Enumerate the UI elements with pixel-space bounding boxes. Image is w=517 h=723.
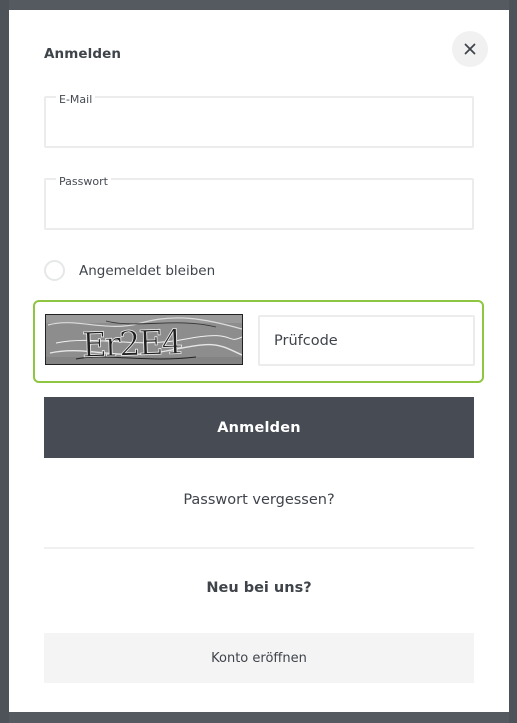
login-modal: Anmelden E-Mail Passwort Angemeldet blei… <box>9 10 509 712</box>
create-account-button[interactable]: Konto eröffnen <box>44 633 474 683</box>
remember-me-option[interactable]: Angemeldet bleiben <box>44 260 215 281</box>
captcha-image: Er2E4 <box>45 314 243 365</box>
login-button[interactable]: Anmelden <box>44 397 474 458</box>
captcha-text: Er2E4 <box>81 322 182 365</box>
email-label: E-Mail <box>56 93 96 106</box>
password-label: Passwort <box>56 175 111 188</box>
backdrop[interactable] <box>509 0 517 723</box>
captcha-field[interactable] <box>258 315 475 366</box>
captcha-section: Er2E4 <box>33 300 484 383</box>
remember-me-label: Angemeldet bleiben <box>79 262 216 279</box>
backdrop[interactable] <box>0 0 9 723</box>
divider <box>44 547 474 549</box>
email-input[interactable] <box>58 116 458 140</box>
email-field[interactable]: E-Mail <box>44 93 474 148</box>
forgot-password-link[interactable]: Passwort vergessen? <box>44 492 474 508</box>
password-field[interactable]: Passwort <box>44 175 474 230</box>
close-icon <box>464 43 476 55</box>
close-button[interactable] <box>452 31 488 67</box>
remember-me-radio[interactable] <box>44 260 65 281</box>
modal-title: Anmelden <box>44 46 122 62</box>
captcha-graphic: Er2E4 <box>46 315 242 365</box>
captcha-input[interactable] <box>274 330 464 352</box>
new-customer-heading: Neu bei uns? <box>206 580 312 596</box>
password-input[interactable] <box>58 198 458 222</box>
